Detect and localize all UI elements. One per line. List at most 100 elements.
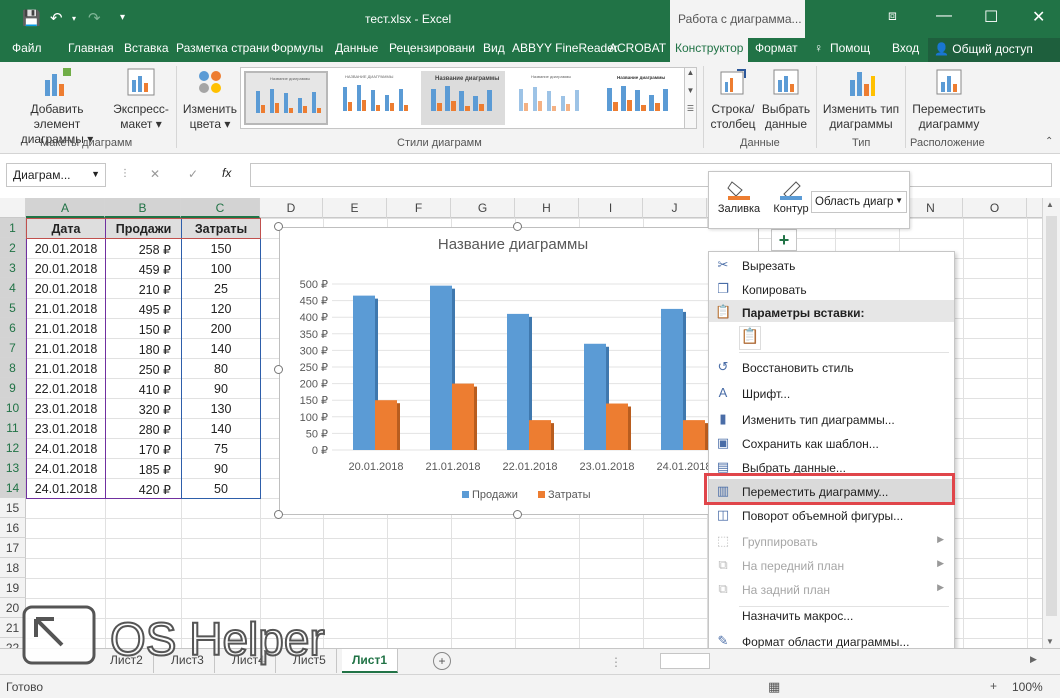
table-cell[interactable]: 320 ₽ <box>106 399 181 419</box>
chart-style-5[interactable]: Название диаграммы <box>597 71 681 125</box>
table-cell[interactable]: 180 ₽ <box>106 339 181 359</box>
tab-page-layout[interactable]: Разметка страни <box>176 41 269 55</box>
menu-item[interactable]: ▤ Выбрать данные... <box>709 455 954 479</box>
bar-costs[interactable] <box>606 403 628 450</box>
table-cell[interactable]: 22.01.2018 <box>27 379 105 399</box>
menu-item[interactable]: ❐ Копировать <box>709 277 954 301</box>
row-header[interactable]: 13 <box>0 458 26 478</box>
table-cell[interactable]: 21.01.2018 <box>27 339 105 359</box>
table-cell[interactable]: 140 <box>182 419 260 439</box>
name-box[interactable]: Диаграм... ▼ <box>6 163 106 187</box>
row-header[interactable]: 10 <box>0 398 26 418</box>
table-cell[interactable]: 150 ₽ <box>106 319 181 339</box>
save-icon[interactable]: 💾 <box>22 9 41 27</box>
row-header[interactable]: 19 <box>0 578 26 598</box>
bar-costs[interactable] <box>375 400 397 450</box>
table-cell[interactable]: 185 ₽ <box>106 459 181 479</box>
chart-object[interactable]: Название диаграммы 0 ₽ 50 ₽ 100 ₽ 150 ₽ 200 … <box>279 227 759 515</box>
column-header[interactable]: C <box>181 198 260 218</box>
row-header[interactable]: 9 <box>0 378 26 398</box>
table-cell[interactable]: 24.01.2018 <box>27 479 105 499</box>
quick-layout-button[interactable]: Экспресс- макет ▾ <box>110 66 172 132</box>
table-cell[interactable]: 100 <box>182 259 260 279</box>
tab-view[interactable]: Вид <box>483 41 505 55</box>
bar-costs[interactable] <box>529 420 551 450</box>
legend-label[interactable]: Продажи <box>472 489 518 501</box>
change-chart-type-button[interactable]: Изменить тип диаграммы <box>820 66 902 132</box>
table-cell[interactable]: 50 <box>182 479 260 499</box>
column-header[interactable]: O <box>963 198 1027 218</box>
column-header[interactable]: D <box>260 198 323 218</box>
row-header[interactable]: 11 <box>0 418 26 438</box>
table-cell[interactable]: 420 ₽ <box>106 479 181 499</box>
switch-row-column-button[interactable]: Строка/ столбец <box>708 66 758 132</box>
fill-button[interactable]: Заливка <box>715 178 763 215</box>
row-header[interactable]: 8 <box>0 358 26 378</box>
table-cell[interactable]: 130 <box>182 399 260 419</box>
scroll-thumb[interactable] <box>1046 216 1057 616</box>
tab-acrobat[interactable]: ACROBAT <box>609 41 666 55</box>
column-header[interactable]: B <box>105 198 181 218</box>
row-header[interactable]: 5 <box>0 298 26 318</box>
chart-resize-handle[interactable] <box>513 510 522 519</box>
row-header[interactable]: 12 <box>0 438 26 458</box>
add-sheet-icon[interactable]: + <box>433 652 451 670</box>
row-header[interactable]: 3 <box>0 258 26 278</box>
zoom-in-icon[interactable]: + <box>990 679 997 693</box>
row-header[interactable]: 7 <box>0 338 26 358</box>
share-button[interactable]: 👤 Общий доступ <box>928 38 1060 62</box>
menu-item[interactable]: ▣ Сохранить как шаблон... <box>709 431 954 455</box>
tab-review[interactable]: Рецензировани <box>389 41 475 55</box>
scroll-up-icon[interactable]: ▲ <box>1046 200 1054 209</box>
row-header[interactable]: 17 <box>0 538 26 558</box>
zoom-level[interactable]: 100% <box>1012 680 1043 694</box>
tab-insert[interactable]: Вставка <box>124 41 169 55</box>
customize-qat-icon[interactable]: ▾ <box>120 12 125 23</box>
table-header-cell[interactable]: Продажи <box>106 219 181 239</box>
table-cell[interactable]: 24.01.2018 <box>27 459 105 479</box>
scroll-down-icon[interactable]: ▼ <box>1046 637 1054 646</box>
chart-resize-handle[interactable] <box>274 222 283 231</box>
chart-resize-handle[interactable] <box>274 365 283 374</box>
row-header[interactable]: 2 <box>0 238 26 258</box>
horizontal-scrollbar[interactable] <box>660 653 710 669</box>
table-cell[interactable]: 90 <box>182 379 260 399</box>
table-cell[interactable]: 24.01.2018 <box>27 439 105 459</box>
undo-dropdown-icon[interactable]: ▾ <box>72 14 76 23</box>
chart-resize-handle[interactable] <box>513 222 522 231</box>
table-cell[interactable]: 459 ₽ <box>106 259 181 279</box>
row-header[interactable]: 4 <box>0 278 26 298</box>
row-header[interactable]: 18 <box>0 558 26 578</box>
table-cell[interactable]: 20.01.2018 <box>27 279 105 299</box>
add-chart-element-button[interactable]: Добавить элемент диаграммы ▾ <box>6 66 108 147</box>
tab-file[interactable]: Файл <box>12 41 42 55</box>
table-cell[interactable]: 280 ₽ <box>106 419 181 439</box>
table-cell[interactable]: 200 <box>182 319 260 339</box>
column-header[interactable]: F <box>387 198 451 218</box>
chart-style-2[interactable]: НАЗВАНИЕ ДИАГРАММЫ <box>333 71 417 125</box>
table-cell[interactable]: 23.01.2018 <box>27 419 105 439</box>
enter-icon[interactable]: ✓ <box>188 167 198 181</box>
bar-sales[interactable] <box>584 343 606 450</box>
sheet-tab-active[interactable]: Лист1 <box>342 649 399 673</box>
tab-tell-me[interactable]: Помощ <box>830 41 870 55</box>
tab-data[interactable]: Данные <box>335 41 378 55</box>
outline-button[interactable]: Контур <box>767 178 815 215</box>
vertical-scrollbar[interactable]: ▲ ▼ <box>1042 198 1060 648</box>
table-cell[interactable]: 20.01.2018 <box>27 259 105 279</box>
row-header[interactable]: 15 <box>0 498 26 518</box>
bar-sales[interactable] <box>507 313 529 450</box>
column-header[interactable]: I <box>579 198 643 218</box>
redo-icon[interactable]: ↷ <box>88 9 101 27</box>
undo-icon[interactable]: ↶ <box>50 9 63 27</box>
chart-resize-handle[interactable] <box>274 510 283 519</box>
table-cell[interactable]: 21.01.2018 <box>27 319 105 339</box>
table-cell[interactable]: 75 <box>182 439 260 459</box>
table-cell[interactable]: 150 <box>182 239 260 259</box>
bar-sales[interactable] <box>430 285 452 450</box>
minimize-icon[interactable]: — <box>936 7 952 25</box>
table-cell[interactable]: 170 ₽ <box>106 439 181 459</box>
menu-item[interactable]: ▥ Переместить диаграмму... <box>709 479 954 503</box>
menu-item[interactable]: 📋 Параметры вставки: <box>709 300 954 322</box>
table-cell[interactable]: 20.01.2018 <box>27 239 105 259</box>
